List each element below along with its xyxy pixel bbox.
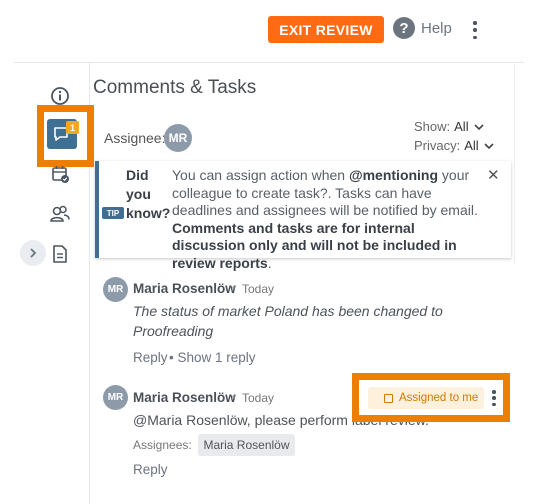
calendar-check-icon[interactable] <box>46 160 74 188</box>
reply-button[interactable]: Reply <box>133 462 168 477</box>
checkbox-icon <box>384 393 393 403</box>
expand-sidebar-button[interactable] <box>20 240 46 266</box>
comment-separator: • <box>232 392 236 403</box>
tip-text: You can assign action when @mentioning y… <box>172 167 478 271</box>
comment-timestamp: Today <box>242 282 275 296</box>
comment-avatar: MR <box>103 277 128 302</box>
show-filter-value: All <box>454 119 469 134</box>
assignees-label: Assignees: <box>133 438 192 452</box>
close-icon[interactable]: ✕ <box>487 166 500 184</box>
comment-options-icon[interactable] <box>490 389 498 407</box>
exit-review-button[interactable]: EXIT REVIEW <box>268 16 384 43</box>
assignee-avatar[interactable]: MR <box>164 124 192 152</box>
panel-edge <box>514 63 515 263</box>
tip-heading-line1: Did <box>126 167 149 183</box>
panel-title: Comments & Tasks <box>93 77 257 98</box>
reply-button[interactable]: Reply <box>133 350 168 365</box>
comments-badge: 1 <box>66 121 79 134</box>
users-icon[interactable] <box>46 200 74 228</box>
chevron-down-icon <box>474 123 484 130</box>
more-options-icon[interactable] <box>469 19 481 41</box>
privacy-filter-value: All <box>464 138 479 153</box>
tip-heading-line3: know? <box>126 205 171 221</box>
show-filter[interactable]: Show: All <box>414 119 485 134</box>
tip-badge: TIP <box>102 207 124 219</box>
assignee-chip: Maria Rosenlöw <box>198 434 295 456</box>
privacy-filter[interactable]: Privacy: All <box>414 138 495 153</box>
comment-avatar: MR <box>103 385 128 410</box>
did-you-know-tip: Did you TIP know? You can assign action … <box>95 161 511 271</box>
help-icon: ? <box>393 17 415 39</box>
show-replies-button[interactable]: • Show 1 reply <box>169 350 256 365</box>
assigned-to-me-label: Assigned to me <box>399 392 479 404</box>
comment-separator: • <box>232 283 236 294</box>
document-icon[interactable] <box>46 240 74 268</box>
comment-timestamp: Today <box>242 391 275 405</box>
help-label: Help <box>421 19 452 37</box>
tip-heading-line2: you <box>126 186 151 202</box>
privacy-filter-label: Privacy: <box>414 138 461 153</box>
show-filter-label: Show: <box>414 119 451 134</box>
chevron-right-icon <box>30 248 37 258</box>
assignee-filter-label: Assignee: <box>104 130 166 146</box>
help-button[interactable]: ? Help <box>393 17 452 39</box>
chevron-down-icon <box>484 142 494 149</box>
assigned-to-me-toggle[interactable]: Assigned to me <box>368 387 484 409</box>
comment-author: Maria Rosenlöw <box>133 390 236 405</box>
comment-author: Maria Rosenlöw <box>133 281 236 296</box>
panel-divider <box>14 62 524 63</box>
comment-body: The status of market Poland has been cha… <box>133 303 443 339</box>
